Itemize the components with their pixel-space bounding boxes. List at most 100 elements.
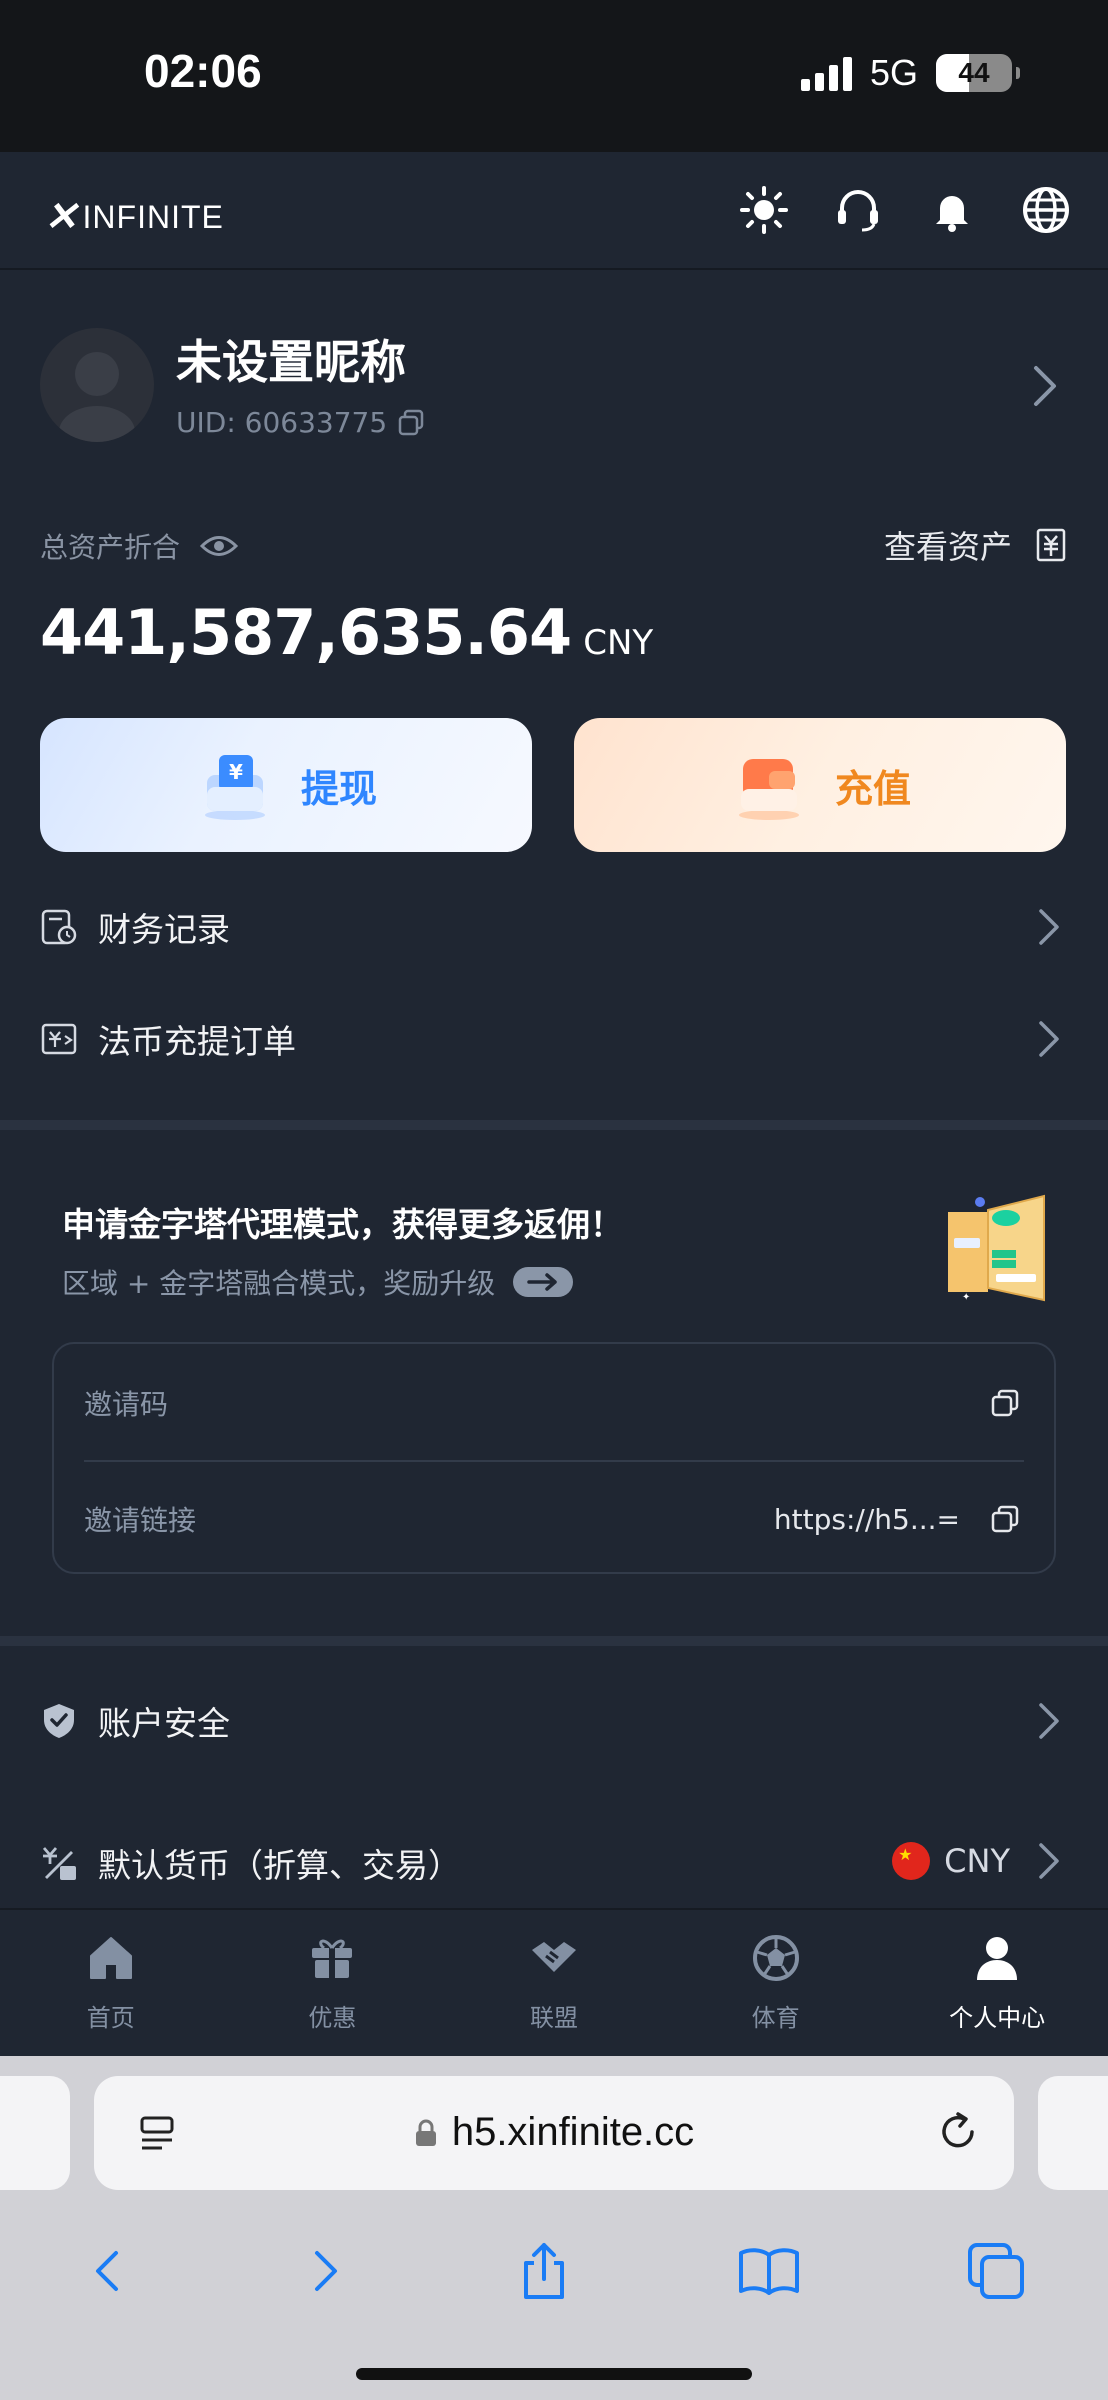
next-tab-preview[interactable] xyxy=(1038,2076,1108,2190)
agent-door-illustration-icon: ✦ xyxy=(948,1194,1045,1303)
home-indicator[interactable] xyxy=(356,2368,752,2380)
fiat-orders-label: 法币充提订单 xyxy=(98,1022,296,1061)
logo-x-mark: ✕ xyxy=(44,195,79,239)
sun-icon[interactable] xyxy=(738,184,790,236)
finance-record-icon xyxy=(41,909,77,945)
back-icon[interactable] xyxy=(82,2245,134,2297)
lock-icon xyxy=(415,2119,436,2146)
invite-code-label: 邀请码 xyxy=(84,1388,169,1421)
fiat-orders-row[interactable]: 法币充提订单 xyxy=(0,984,1108,1094)
deposit-button[interactable]: 充值 xyxy=(574,718,1066,852)
network-type: 5G xyxy=(869,52,918,93)
header-actions xyxy=(738,184,1072,236)
shield-icon xyxy=(44,1704,74,1738)
uid-text: UID: 60633775 xyxy=(176,406,388,439)
copy-invite-code-icon[interactable] xyxy=(990,1388,1020,1418)
currency-exchange-icon xyxy=(42,1847,76,1880)
invite-link-label: 邀请链接 xyxy=(84,1504,197,1537)
invite-code-row: 邀请码 xyxy=(84,1346,1024,1460)
view-assets-link[interactable]: 查看资产 xyxy=(884,522,1066,568)
handshake-icon xyxy=(531,1942,576,1972)
nickname[interactable]: 未设置昵称 xyxy=(176,326,406,392)
tab-alliance[interactable]: 联盟 xyxy=(443,1910,665,2056)
copy-invite-link-icon[interactable] xyxy=(990,1504,1020,1534)
total-assets-amount: 441,587,635.64 CNY xyxy=(40,596,653,669)
tab-sports[interactable]: 体育 xyxy=(665,1910,887,2056)
default-currency-row[interactable]: 默认货币（折算、交易） CNY xyxy=(0,1808,1108,1918)
amount-unit: CNY xyxy=(583,623,654,663)
withdraw-label: 提现 xyxy=(300,766,377,811)
headset-icon[interactable] xyxy=(832,184,884,236)
arrow-right-icon[interactable] xyxy=(513,1267,574,1297)
infinite-logo[interactable]: ✕ INFINITE xyxy=(44,194,224,240)
deposit-wallet-icon xyxy=(738,759,799,820)
previous-tab-preview[interactable] xyxy=(0,2076,70,2190)
browser-chrome: h5.xinfinite.cc xyxy=(0,2056,1108,2400)
tab-label: 体育 xyxy=(751,2004,800,2032)
status-indicators: 5G 44 xyxy=(800,52,1020,94)
finance-records-row[interactable]: 财务记录 xyxy=(0,872,1108,982)
logo-text: INFINITE xyxy=(82,198,224,235)
withdraw-button[interactable]: ¥ 提现 xyxy=(40,718,532,852)
gift-icon xyxy=(312,1939,353,1978)
address-bar[interactable]: h5.xinfinite.cc xyxy=(94,2076,1014,2190)
battery-level: 44 xyxy=(958,57,990,88)
deposit-label: 充值 xyxy=(834,766,911,811)
tab-promotions[interactable]: 优惠 xyxy=(222,1910,444,2056)
copy-uid-icon[interactable] xyxy=(397,409,425,437)
chevron-right-icon xyxy=(1039,1021,1059,1057)
tab-label: 联盟 xyxy=(529,2004,578,2032)
avatar[interactable] xyxy=(40,328,154,442)
battery-icon: 44 xyxy=(936,54,1020,92)
finance-records-label: 财务记录 xyxy=(98,910,230,949)
fiat-order-icon xyxy=(41,1023,77,1055)
tab-label: 优惠 xyxy=(308,2004,357,2032)
svg-text:✦: ✦ xyxy=(962,1292,970,1303)
view-assets-label: 查看资产 xyxy=(883,528,1012,566)
section-divider xyxy=(0,1120,1108,1130)
bottom-tab-bar: 首页 优惠 联盟 体育 个人中心 xyxy=(0,1908,1108,2056)
reload-icon[interactable] xyxy=(936,2110,980,2154)
agent-promo-subtitle: 区域 + 金字塔融合模式，奖励升级 xyxy=(62,1267,496,1300)
invite-box: 邀请码 邀请链接 https://h5...= xyxy=(52,1342,1056,1574)
tab-label: 首页 xyxy=(86,2004,135,2032)
invite-link-row: 邀请链接 https://h5...= xyxy=(84,1462,1024,1576)
tab-home[interactable]: 首页 xyxy=(0,1910,222,2056)
section-divider xyxy=(0,1636,1108,1646)
default-avatar-icon xyxy=(59,352,135,442)
agent-promo-title[interactable]: 申请金字塔代理模式，获得更多返佣！ xyxy=(62,1198,623,1246)
total-assets-label-row: 总资产折合 xyxy=(40,526,239,566)
invite-link-value: https://h5...= xyxy=(773,1502,960,1536)
tab-label: 个人中心 xyxy=(949,2004,1046,2032)
home-icon xyxy=(89,1937,132,1979)
person-icon xyxy=(977,1937,1018,1980)
chevron-right-icon xyxy=(1039,1703,1059,1739)
withdraw-wallet-icon: ¥ xyxy=(204,755,265,820)
asset-document-icon xyxy=(1036,528,1066,562)
tabs-icon[interactable] xyxy=(966,2241,1026,2301)
china-flag-icon xyxy=(892,1842,931,1880)
bookmarks-icon[interactable] xyxy=(737,2245,801,2297)
forward-icon[interactable] xyxy=(299,2245,351,2297)
share-icon[interactable] xyxy=(516,2241,572,2301)
url-text-row: h5.xinfinite.cc xyxy=(94,2110,1014,2155)
globe-icon[interactable] xyxy=(1020,184,1072,236)
uid-row: UID: 60633775 xyxy=(176,406,425,439)
eye-icon[interactable] xyxy=(200,533,239,559)
svg-text:¥: ¥ xyxy=(229,760,243,784)
amount-value: 441,587,635.64 xyxy=(40,596,572,669)
tab-profile[interactable]: 个人中心 xyxy=(886,1910,1108,2056)
chevron-right-icon xyxy=(1039,1843,1059,1879)
url-text: h5.xinfinite.cc xyxy=(451,2110,695,2154)
account-security-label: 账户安全 xyxy=(98,1704,230,1743)
account-security-row[interactable]: 账户安全 xyxy=(0,1666,1108,1776)
default-currency-label: 默认货币（折算、交易） xyxy=(98,1846,461,1885)
profile-chevron-right-icon[interactable] xyxy=(1032,364,1058,408)
signal-icon xyxy=(800,55,852,91)
total-assets-label: 总资产折合 xyxy=(40,531,181,564)
currency-code: CNY xyxy=(944,1842,1010,1880)
status-time: 02:06 xyxy=(144,45,262,97)
bell-icon[interactable] xyxy=(926,184,978,236)
soccer-ball-icon xyxy=(752,1935,799,1981)
agent-promo-subtitle-row[interactable]: 区域 + 金字塔融合模式，奖励升级 xyxy=(62,1262,574,1302)
